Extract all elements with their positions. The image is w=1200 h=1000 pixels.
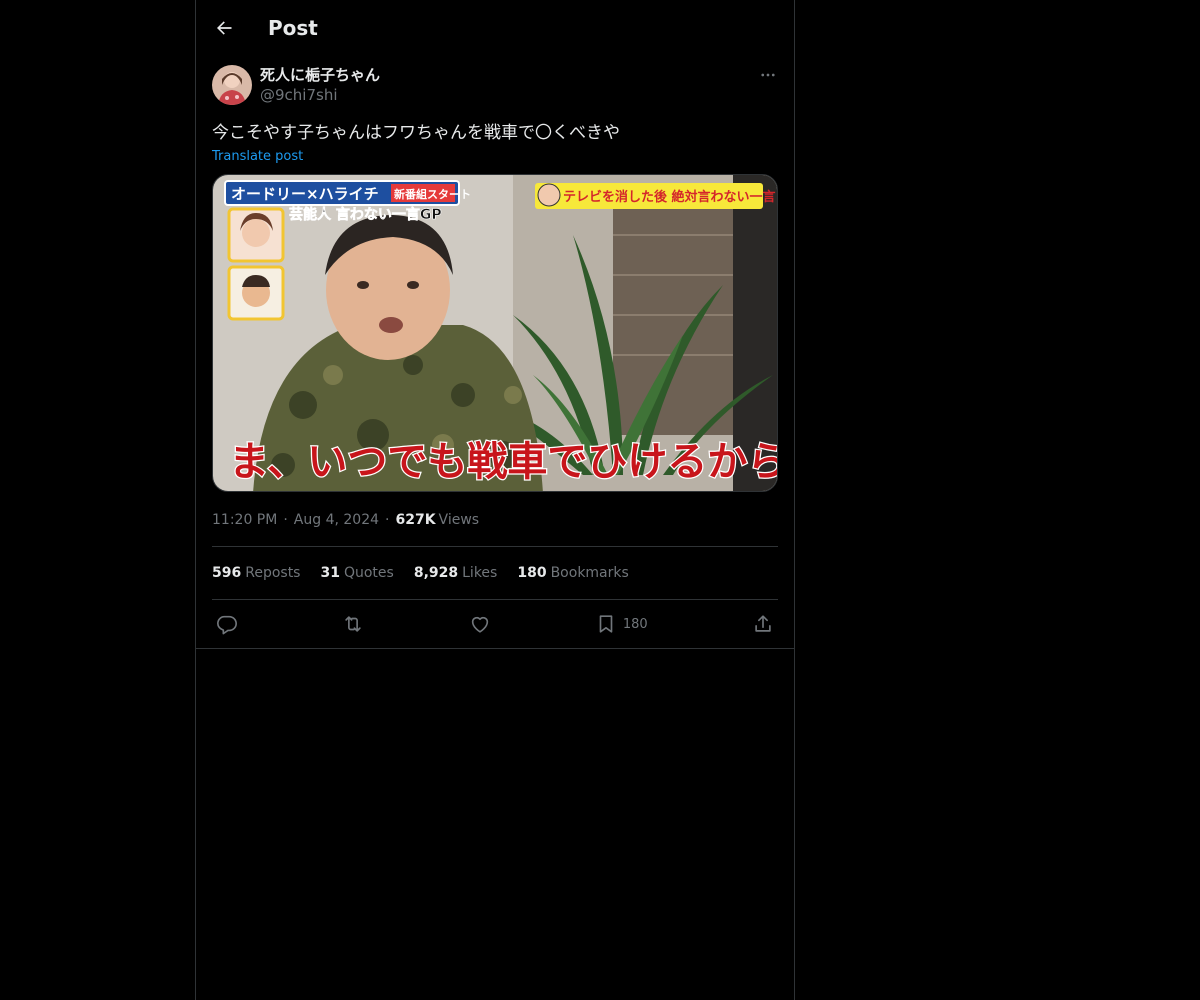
action-bar: 180: [212, 600, 778, 648]
media-banner-right: テレビを消した後 絶対言わない一言: [563, 189, 776, 205]
bookmark-count: 180: [622, 616, 648, 632]
media-banner-new: 新番組スタート: [394, 187, 471, 201]
stat-likes[interactable]: 8,928 Likes: [414, 565, 498, 581]
page-title: Post: [268, 15, 318, 40]
back-arrow-icon: [217, 20, 232, 35]
repost-icon: [345, 616, 361, 632]
post-stats: 596 Reposts 31 Quotes 8,928 Likes 180 Bookma…: [212, 547, 778, 599]
avatar[interactable]: [212, 65, 252, 105]
post-meta: 11:20 PM · Aug 4, 2024 · 627K Views: [212, 512, 480, 528]
stat-bookmarks[interactable]: 180 Bookmarks: [517, 565, 628, 581]
author-row: 死人に梔子ちゃん @9chi7shi: [212, 65, 778, 109]
like-icon: [471, 616, 488, 633]
media-banner-left: オードリー×ハライチ: [231, 185, 379, 203]
post-media[interactable]: オードリー×ハライチ 新番組スタート 芸能人 言わない一言GP テレビを消した後…: [212, 174, 778, 492]
post-bottom-border: [196, 648, 794, 649]
like-button[interactable]: [469, 613, 491, 635]
media-caption: ま、いつでも戦車でひけるからな〜: [229, 439, 778, 485]
main-column: Post 死人に梔子ちゃん @9chi7shi 今こそやす子ちゃんはフワちゃんを…: [195, 0, 795, 1000]
share-icon: [755, 615, 771, 632]
post-text: 今こそやす子ちゃんはフワちゃんを戦車で〇くべきや: [212, 123, 620, 143]
author-display-name[interactable]: 死人に梔子ちゃん: [260, 65, 380, 85]
bookmark-icon: [599, 615, 613, 633]
more-button[interactable]: [758, 65, 778, 85]
views-label: Views: [438, 512, 480, 528]
repost-button[interactable]: [342, 613, 364, 635]
reply-icon: [217, 615, 237, 635]
bookmark-button[interactable]: 180: [595, 613, 648, 635]
post-time[interactable]: 11:20 PM: [212, 512, 277, 528]
views-count: 627K: [395, 512, 436, 528]
stat-reposts[interactable]: 596 Reposts: [212, 565, 300, 581]
share-button[interactable]: [752, 613, 774, 635]
post-date[interactable]: Aug 4, 2024: [294, 512, 379, 528]
more-icon: [761, 73, 775, 77]
stat-quotes[interactable]: 31 Quotes: [320, 565, 393, 581]
media-subtitle: 芸能人 言わない一言GP: [289, 206, 442, 223]
back-button[interactable]: [212, 16, 236, 40]
translate-post-link[interactable]: Translate post: [212, 149, 303, 164]
post: 死人に梔子ちゃん @9chi7shi 今こそやす子ちゃんはフワちゃんを戦車で〇く…: [196, 55, 794, 648]
author-handle[interactable]: @9chi7shi: [260, 85, 380, 105]
reply-button[interactable]: [216, 613, 238, 635]
header: Post: [196, 0, 794, 55]
